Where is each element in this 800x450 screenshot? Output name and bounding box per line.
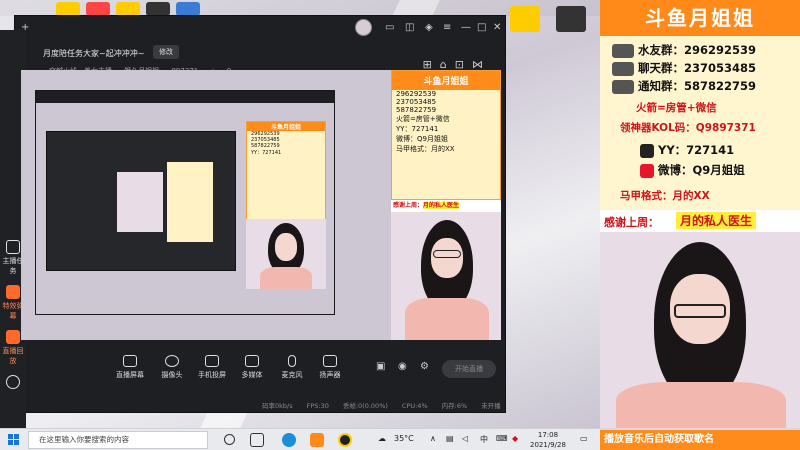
group-icon <box>612 79 634 94</box>
start-stream-button[interactable]: 开始直播 <box>442 360 496 378</box>
ime-indicator[interactable]: 中 <box>480 434 488 445</box>
media-icon <box>245 355 259 367</box>
volume-icon[interactable]: ◁ <box>462 434 468 443</box>
sidebar-item-tools[interactable] <box>0 375 26 391</box>
group-icon <box>612 43 634 58</box>
preview-camera <box>391 212 501 340</box>
weibo-line: 微博：Q9月姐姐 <box>640 162 745 178</box>
yy-icon <box>640 143 654 158</box>
cortana-icon[interactable] <box>224 434 235 445</box>
weather-icon[interactable]: ☁ <box>378 434 386 443</box>
camera-feed <box>600 232 800 428</box>
stream-preview: 斗鱼月姐姐 296292539 237053485 587822759 YY：7… <box>21 70 501 340</box>
weather-temp[interactable]: 35°C <box>394 434 414 443</box>
speaker-button[interactable]: 扬声器 <box>312 355 348 380</box>
rocket-line: 火箭=房管+微信 <box>636 102 717 114</box>
tray-expand-icon[interactable]: ∧ <box>430 434 436 443</box>
music-marquee: 播放音乐后自动获取歌名 <box>600 430 800 450</box>
tools-icon <box>6 375 20 389</box>
edge-icon[interactable] <box>282 433 296 447</box>
nested-preview: 斗鱼月姐姐 296292539 237053485 587822759 YY：7… <box>35 90 335 315</box>
nested-info-panel: 斗鱼月姐姐 296292539 237053485 587822759 YY：7… <box>246 121 326 221</box>
nested-window <box>46 131 236 271</box>
danmaku-icon <box>6 285 20 299</box>
weibo-icon <box>640 163 654 178</box>
mic-icon <box>288 355 296 367</box>
fan-group-line: 水友群：296292539 <box>612 42 756 58</box>
chat-icon[interactable]: ◫ <box>405 22 414 33</box>
notice-group-line: 通知群：587822759 <box>612 78 756 94</box>
thanks-banner: 感谢上周： 月的私人医生 <box>600 210 800 232</box>
yy-line: YY：727141 <box>640 142 734 158</box>
overlay-title: 斗鱼月姐姐 <box>600 0 800 36</box>
room-title: 月度陪任务大家~起冲冲冲~ <box>43 49 145 58</box>
antivirus-icon[interactable]: ◆ <box>512 434 518 443</box>
app-shortcut-icon[interactable] <box>146 2 170 16</box>
camera-button[interactable]: 摄像头 <box>154 355 190 380</box>
maximize-icon[interactable]: □ <box>477 22 486 33</box>
media-button[interactable]: 多媒体 <box>234 355 270 380</box>
windows-start-icon[interactable] <box>8 434 20 446</box>
network-icon[interactable]: ▤ <box>446 434 454 443</box>
kol-line: 领神器KOL码：Q9897371 <box>620 122 756 134</box>
phone-cast-button[interactable]: 手机投屏 <box>194 355 230 380</box>
speaker-icon <box>323 355 337 367</box>
app-shortcut-icon[interactable] <box>176 2 200 16</box>
mount-format-line: 马甲格式：月的XX <box>620 190 710 202</box>
minimize-icon[interactable]: — <box>461 22 471 33</box>
settings-icon[interactable]: ⚙ <box>420 361 429 372</box>
skin-icon[interactable]: ◈ <box>425 22 433 33</box>
close-icon[interactable]: ✕ <box>493 22 501 33</box>
notification-icon[interactable]: ▭ <box>580 434 588 443</box>
screen-icon <box>123 355 137 367</box>
camera-icon <box>165 355 179 367</box>
mic-button[interactable]: 麦克风 <box>274 355 310 380</box>
avatar[interactable] <box>355 19 372 36</box>
menu-icon[interactable]: ≡ <box>443 22 451 33</box>
taskbar-clock[interactable]: 17:08 2021/9/28 <box>530 430 566 450</box>
window-title-bar: + ▭ ◫ ◈ ≡ — □ ✕ <box>15 16 505 40</box>
app-shortcut-icon[interactable] <box>56 2 80 16</box>
streaming-app-taskbar-icon[interactable] <box>310 433 324 447</box>
replay-icon <box>6 330 20 344</box>
app-shortcut-icon[interactable] <box>86 2 110 16</box>
app-shortcut-icon[interactable] <box>116 2 140 16</box>
group-icon <box>612 61 634 76</box>
windows-taskbar: 在这里输入你要搜索的内容 ☁ 35°C ∧ ▤ ◁ 中 ⌨ ◆ 17:08 20… <box>0 428 600 450</box>
app-shortcut-icon[interactable] <box>510 6 540 32</box>
preview-thanks: 感谢上周：月的私人医生 <box>391 200 501 212</box>
keyboard-icon[interactable]: ⌨ <box>496 434 508 443</box>
chat-group-line: 聊天群：237053485 <box>612 60 756 76</box>
eye-icon[interactable]: ◉ <box>398 361 407 372</box>
screen-capture-button[interactable]: 直播屏幕 <box>112 355 148 380</box>
douyu-icon[interactable] <box>338 433 352 447</box>
nested-camera <box>246 219 326 289</box>
phone-icon <box>205 355 219 367</box>
taskbar-search-input[interactable]: 在这里输入你要搜索的内容 <box>28 431 208 449</box>
preview-info-panel: 斗鱼月姐姐 296292539 237053485 587822759 火箭=房… <box>391 70 501 200</box>
edit-title-button[interactable]: 修改 <box>153 45 179 59</box>
task-view-icon[interactable] <box>250 433 264 447</box>
record-icon[interactable]: ▣ <box>376 361 385 372</box>
message-icon[interactable]: ▭ <box>385 22 394 33</box>
stream-stats: 码率0kb/s FPS:30 丢帧:0(0.00%) CPU:4% 内存:6% 未开播 <box>262 402 501 410</box>
clipboard-icon <box>6 240 20 254</box>
app-shortcut-icon[interactable] <box>556 6 586 32</box>
info-overlay: 斗鱼月姐姐 水友群：296292539 聊天群：237053485 通知群：58… <box>600 0 800 230</box>
